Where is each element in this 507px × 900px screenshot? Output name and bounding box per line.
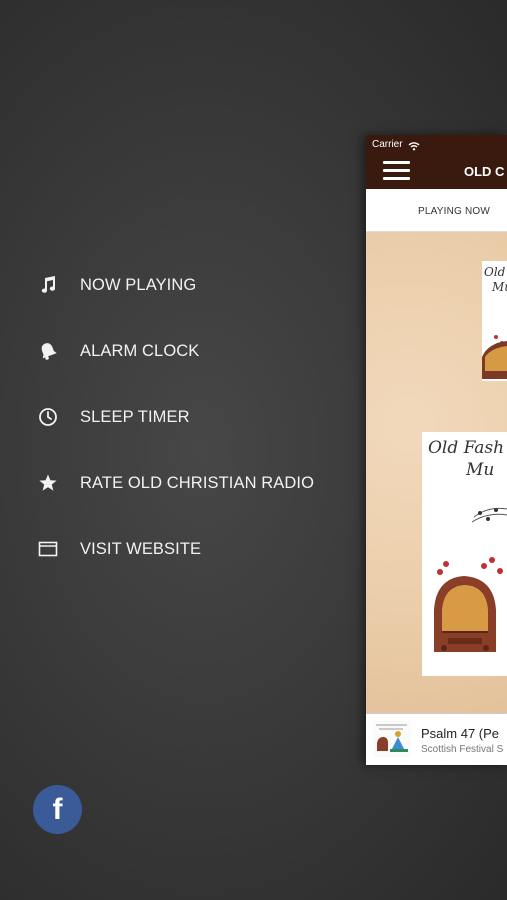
carrier-label: Carrier <box>372 139 403 150</box>
wifi-icon <box>408 138 420 156</box>
track-title: Psalm 47 (Pe <box>421 726 500 741</box>
menu-item-label: ALARM CLOCK <box>80 341 200 360</box>
track-thumbnail <box>373 721 411 757</box>
art-subtitle-small: Mu <box>492 280 507 294</box>
track-artist: Scottish Festival S <box>421 744 504 755</box>
menu-item-visit-website[interactable]: VISIT WEBSITE <box>0 516 360 582</box>
art-subtitle: Mu <box>466 460 495 480</box>
album-art: Old Fash Mu <box>422 432 507 676</box>
nav-title: OLD C <box>464 164 505 179</box>
radio-illustration-small <box>482 335 507 379</box>
menu-item-rate-app[interactable]: RATE OLD CHRISTIAN RADIO <box>0 450 360 516</box>
tab-bar: PLAYING NOW <box>366 189 507 232</box>
menu-item-label: RATE OLD CHRISTIAN RADIO <box>80 473 315 492</box>
menu-item-label: VISIT WEBSITE <box>80 539 202 558</box>
browser-window-icon <box>37 538 59 560</box>
menu-item-sleep-timer[interactable]: SLEEP TIMER <box>0 384 360 450</box>
radio-illustration <box>434 507 507 652</box>
tab-playing-now[interactable]: PLAYING NOW <box>418 206 490 217</box>
star-icon <box>37 472 59 494</box>
facebook-button[interactable]: f <box>33 785 82 834</box>
artwork-area: Old Fa Mu Old Fash Mu <box>366 232 507 713</box>
app-preview-panel[interactable]: Carrier OLD C PLAYING NOW Old Fa Mu Old … <box>366 135 507 765</box>
menu-item-now-playing[interactable]: NOW PLAYING <box>0 252 360 318</box>
bell-icon <box>37 340 59 362</box>
menu-item-label: NOW PLAYING <box>80 275 197 294</box>
album-art-small: Old Fa Mu <box>482 261 507 381</box>
clock-icon <box>37 406 59 428</box>
hamburger-menu-icon[interactable] <box>383 161 410 185</box>
side-menu: NOW PLAYING ALARM CLOCK SLEEP TIMER RATE… <box>0 252 360 582</box>
art-title: Old Fash <box>428 438 505 458</box>
mini-player[interactable]: Psalm 47 (Pe Scottish Festival S <box>366 713 507 765</box>
menu-item-alarm-clock[interactable]: ALARM CLOCK <box>0 318 360 384</box>
art-title-small: Old Fa <box>484 265 507 279</box>
music-note-icon <box>37 274 59 296</box>
facebook-icon: f <box>52 792 63 826</box>
nav-bar: Carrier OLD C <box>366 135 507 189</box>
menu-item-label: SLEEP TIMER <box>80 407 190 426</box>
